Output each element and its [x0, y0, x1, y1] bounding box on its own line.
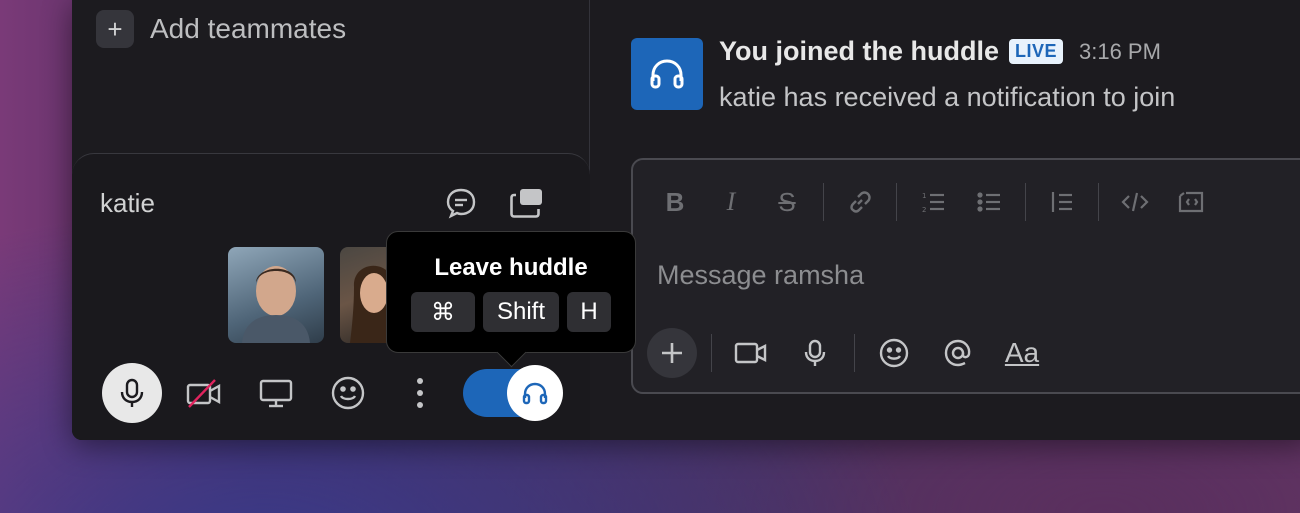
shift-key: Shift: [483, 292, 559, 332]
svg-text:1: 1: [922, 192, 926, 200]
message-timestamp[interactable]: 3:16 PM: [1079, 39, 1161, 65]
emoji-button[interactable]: [318, 363, 378, 423]
strikethrough-button[interactable]: S: [759, 180, 815, 224]
screen-share-button[interactable]: [246, 363, 306, 423]
ordered-list-icon: 1 2: [922, 192, 944, 214]
code-icon: [1121, 192, 1149, 212]
blockquote-icon: [1051, 192, 1072, 212]
divider: [1025, 183, 1026, 221]
huddle-name: katie: [100, 188, 155, 218]
microphone-button[interactable]: [102, 363, 162, 423]
mention-button[interactable]: [933, 328, 983, 378]
participant-avatar[interactable]: [228, 247, 324, 343]
message-title: You joined the huddle: [719, 36, 999, 66]
emoji-button[interactable]: [869, 328, 919, 378]
plus-icon: [662, 343, 682, 363]
sidebar: + Add teammates katie: [72, 0, 590, 440]
emoji-icon: [331, 376, 365, 410]
thread-icon[interactable]: [442, 184, 480, 222]
divider: [1098, 183, 1099, 221]
text-format-button[interactable]: Aa: [997, 328, 1047, 378]
message-pane: You joined the huddle LIVE 3:16 PM katie…: [591, 0, 1300, 440]
code-button[interactable]: [1107, 180, 1163, 224]
video-button[interactable]: [174, 363, 234, 423]
at-sign-icon: [944, 339, 971, 367]
divider: [896, 183, 897, 221]
add-teammates-label: Add teammates: [150, 13, 347, 44]
live-badge: LIVE: [1008, 39, 1063, 64]
leave-huddle-tooltip: Leave huddle ⌘ Shift H: [386, 231, 636, 353]
screen-share-icon: [259, 379, 293, 408]
message-body: katie has received a notification to joi…: [719, 82, 1176, 112]
h-key: H: [567, 292, 611, 332]
tooltip-title: Leave huddle: [434, 254, 588, 281]
emoji-icon: [879, 338, 909, 368]
divider: [823, 183, 824, 221]
headphones-icon: [522, 382, 548, 405]
italic-button[interactable]: I: [703, 180, 759, 224]
headphones-icon: [650, 59, 684, 89]
app-window: + Add teammates katie You joined the hud…: [72, 0, 1300, 440]
message-input[interactable]: Message ramsha: [657, 260, 864, 291]
video-icon: [734, 342, 767, 364]
video-off-icon: [186, 379, 221, 408]
record-audio-button[interactable]: [790, 328, 840, 378]
command-key: ⌘: [411, 292, 475, 332]
svg-text:2: 2: [922, 206, 926, 214]
more-options-button[interactable]: [390, 363, 450, 423]
leave-huddle-toggle[interactable]: [463, 365, 563, 421]
attach-button[interactable]: [647, 328, 697, 378]
composer-actions: Aa: [647, 328, 1061, 378]
toggle-knob[interactable]: [507, 365, 563, 421]
message-composer[interactable]: B I S 1 2 Message ramsha Aa: [631, 158, 1300, 394]
message-header: You joined the huddle LIVE 3:16 PM: [719, 36, 1161, 67]
huddle-message-icon: [631, 38, 703, 110]
microphone-icon: [120, 378, 144, 407]
bulleted-list-button[interactable]: [961, 180, 1017, 224]
divider: [711, 334, 712, 372]
microphone-icon: [804, 339, 826, 366]
ordered-list-button[interactable]: 1 2: [905, 180, 961, 224]
link-button[interactable]: [832, 180, 888, 224]
keyboard-shortcut: ⌘ Shift H: [411, 292, 611, 332]
plus-icon: +: [96, 10, 134, 48]
formatting-toolbar: B I S 1 2: [647, 180, 1219, 224]
bulleted-list-icon: [977, 192, 1000, 212]
huddle-controls: [102, 363, 462, 423]
popout-window-icon[interactable]: [508, 184, 546, 222]
code-block-icon: [1178, 191, 1204, 213]
link-icon: [850, 191, 871, 213]
blockquote-button[interactable]: [1034, 180, 1090, 224]
divider: [854, 334, 855, 372]
more-icon: [417, 378, 423, 408]
bold-button[interactable]: B: [647, 180, 703, 224]
add-teammates-button[interactable]: + Add teammates: [96, 10, 346, 48]
code-block-button[interactable]: [1163, 180, 1219, 224]
record-video-button[interactable]: [726, 328, 776, 378]
